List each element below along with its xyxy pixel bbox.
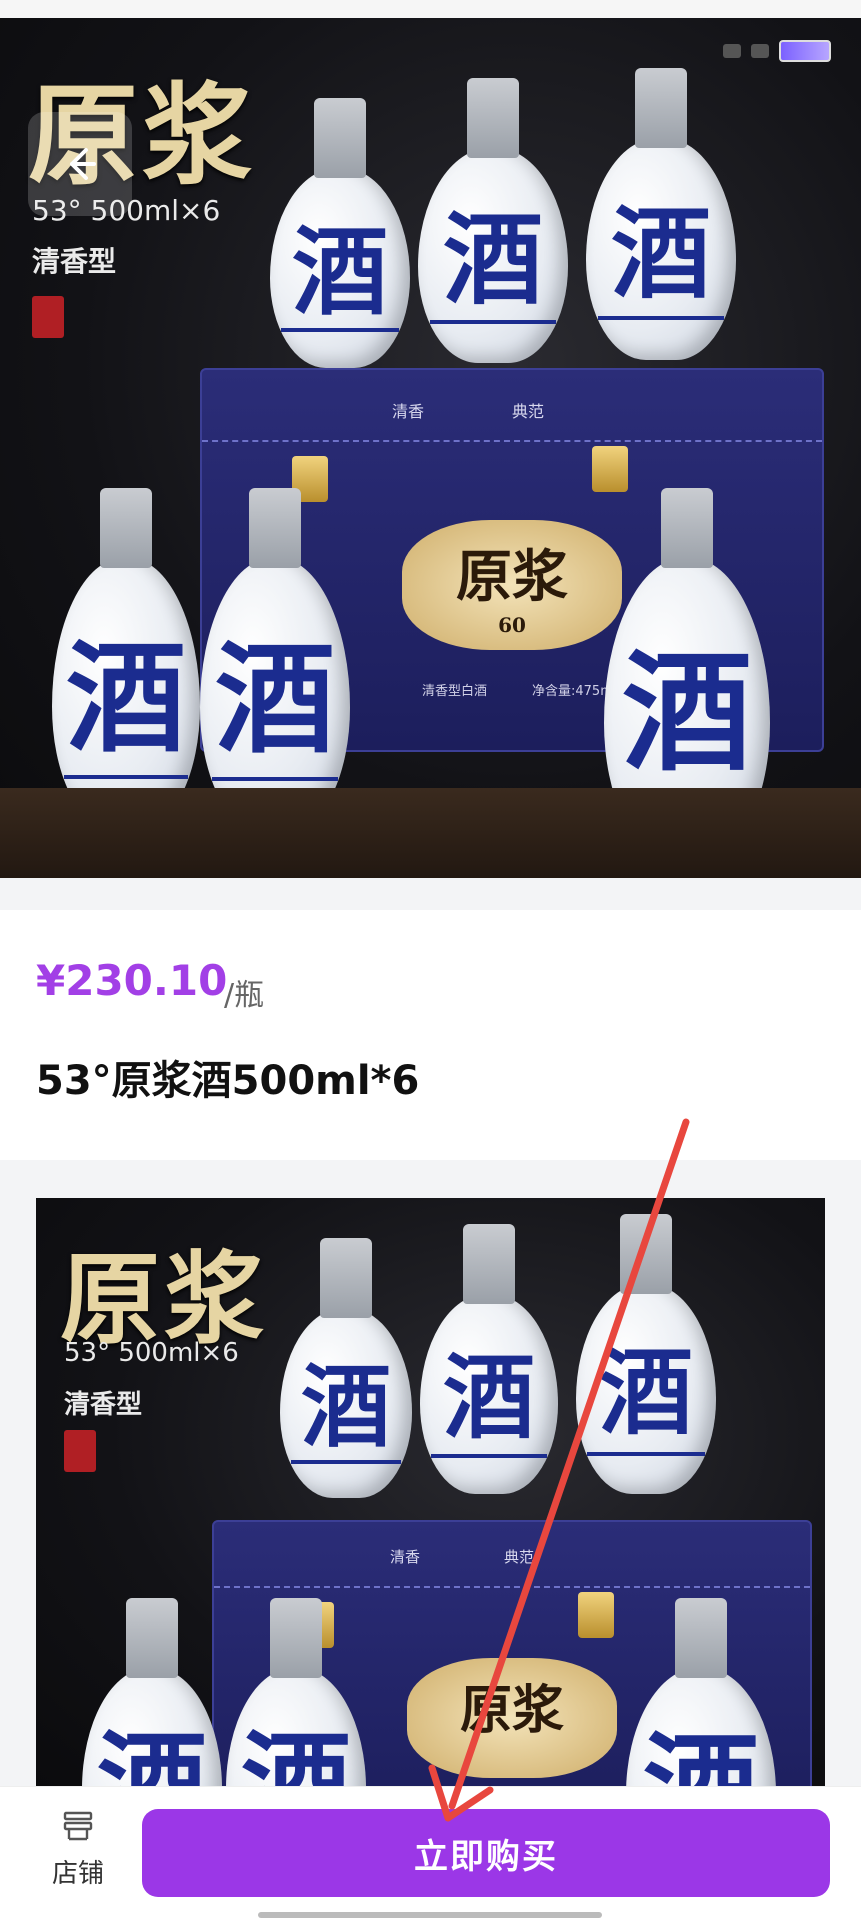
box-latch	[578, 1592, 614, 1638]
shop-label: 店铺	[51, 1859, 104, 1889]
type-text: 清香型	[64, 1390, 143, 1420]
product-info-card: ¥230.10 /瓶 53°原浆酒500ml*6	[0, 910, 861, 1160]
type-text: 清香型	[32, 245, 117, 278]
home-indicator	[258, 1912, 602, 1918]
status-bar-strip	[0, 0, 861, 18]
bottom-action-bar: 店铺 立即购买	[0, 1786, 861, 1921]
bottle: 酒	[420, 1224, 558, 1494]
box-tag-right: 典范	[512, 402, 545, 421]
box-tag-left: 清香	[390, 1548, 421, 1566]
back-button[interactable]	[28, 112, 132, 216]
wooden-table	[0, 788, 861, 878]
price: ¥230.10	[36, 956, 228, 1005]
bottle: 酒	[418, 78, 568, 363]
box-line-text: 清香型白酒	[422, 684, 488, 699]
wifi-icon	[751, 44, 769, 58]
bottle: 酒	[280, 1238, 412, 1498]
box-label-badge: 原浆	[407, 1658, 617, 1778]
bottle: 酒	[270, 98, 410, 368]
battery-icon	[779, 40, 831, 62]
bottle: 酒	[576, 1214, 716, 1494]
box-latch	[592, 446, 628, 492]
price-unit: /瓶	[224, 978, 265, 1013]
red-seal-stamp	[32, 296, 64, 338]
box-label-badge: 原浆 60	[402, 520, 622, 650]
red-seal-stamp	[64, 1430, 96, 1472]
bottle: 酒	[82, 1598, 222, 1788]
buy-now-button[interactable]: 立即购买	[142, 1809, 830, 1897]
box-tag-left: 清香	[392, 402, 425, 421]
box-tag-right: 典范	[504, 1548, 535, 1566]
signal-icon	[723, 44, 741, 58]
bottle: 酒	[586, 68, 736, 360]
status-icons	[723, 40, 831, 62]
shop-button[interactable]: 店铺	[38, 1809, 118, 1890]
store-icon	[63, 1811, 93, 1841]
arrow-left-icon	[70, 148, 96, 180]
product-detail-image: 原浆 53° 500ml×6 清香型 酒 酒 酒 清香 典范 原浆 酒 酒 酒	[36, 1198, 825, 1788]
spec-text: 53° 500ml×6	[64, 1338, 239, 1368]
product-title: 53°原浆酒500ml*6	[36, 1058, 420, 1104]
